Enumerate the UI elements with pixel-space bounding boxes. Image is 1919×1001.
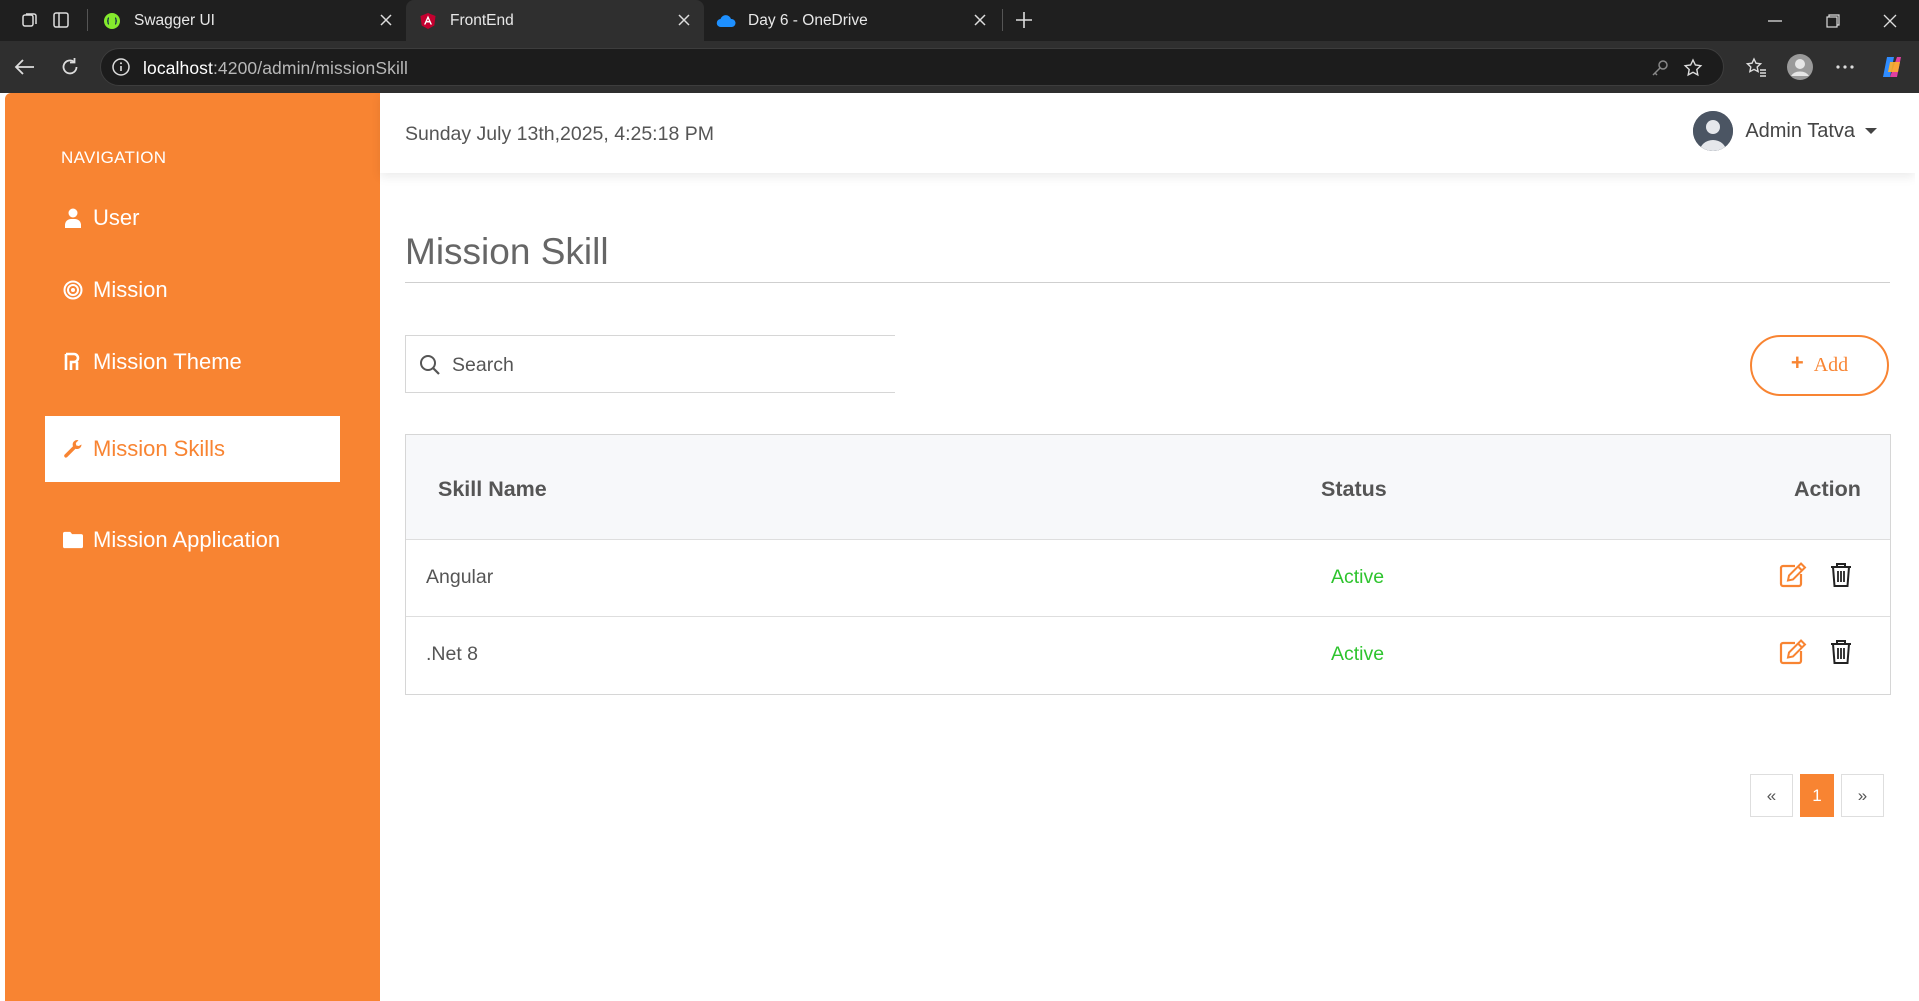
column-header-status: Status [1321, 477, 1387, 501]
onedrive-favicon-icon [716, 11, 736, 31]
avatar [1693, 111, 1734, 151]
edit-icon[interactable] [1778, 560, 1808, 590]
column-header-skill-name: Skill Name [438, 477, 547, 501]
pagination-prev-button[interactable]: « [1750, 774, 1793, 817]
page-title: Mission Skill [405, 231, 609, 272]
sidebar-item-mission[interactable]: Mission [45, 257, 340, 323]
table-row: .Net 8 Active [406, 616, 1890, 694]
password-key-icon[interactable] [1650, 58, 1670, 78]
close-tab-icon[interactable] [970, 10, 990, 30]
sidebar-item-label: User [93, 205, 140, 230]
close-tab-icon[interactable] [376, 10, 396, 30]
user-icon [63, 208, 83, 228]
url-host: localhost [143, 58, 213, 78]
main-content: Sunday July 13th,2025, 4:25:18 PM Admin … [380, 93, 1915, 1001]
swagger-favicon-icon [102, 11, 122, 31]
status-badge: Active [1331, 566, 1385, 588]
tab-separator [1002, 9, 1003, 31]
angular-favicon-icon [418, 11, 438, 31]
tab-swagger-ui[interactable]: Swagger UI [90, 0, 406, 41]
tab-title: Day 6 - OneDrive [748, 11, 868, 29]
close-window-icon[interactable] [1877, 8, 1903, 34]
restore-icon[interactable] [1820, 8, 1846, 34]
skill-name-cell: .Net 8 [426, 643, 479, 665]
sidebar-item-label: Mission [93, 277, 168, 302]
user-name: Admin Tatva [1745, 119, 1855, 142]
new-tab-icon[interactable] [1013, 9, 1035, 31]
tab-title: FrontEnd [450, 11, 514, 29]
tab-separator [87, 9, 88, 31]
url-path: :4200/admin/missionSkill [212, 58, 408, 78]
browser-tab-bar: Swagger UI FrontEnd Day 6 - OneDrive [0, 0, 1919, 41]
add-button-label: Add [1813, 354, 1849, 376]
close-tab-icon[interactable] [674, 10, 694, 30]
folder-icon [63, 530, 83, 550]
more-menu-icon[interactable] [1831, 53, 1859, 81]
column-header-action: Action [1794, 477, 1861, 501]
app-page: NAVIGATION User Mission Mission Theme Mi… [5, 93, 1915, 1001]
plus-icon: + [1790, 349, 1804, 375]
sidebar-item-mission-theme[interactable]: Mission Theme [45, 329, 340, 395]
site-info-icon[interactable] [111, 57, 131, 77]
top-header: Sunday July 13th,2025, 4:25:18 PM Admin … [380, 93, 1915, 173]
sidebar-item-mission-application[interactable]: Mission Application [45, 507, 340, 573]
minimize-icon[interactable] [1762, 8, 1788, 34]
chevron-down-icon [1865, 128, 1877, 134]
search-input[interactable] [450, 350, 884, 380]
back-arrow-icon[interactable] [10, 53, 38, 81]
sidebar-item-label: Mission Application [93, 527, 281, 552]
current-datetime: Sunday July 13th,2025, 4:25:18 PM [405, 123, 714, 145]
tab-frontend[interactable]: FrontEnd [406, 0, 704, 41]
sidebar: NAVIGATION User Mission Mission Theme Mi… [5, 93, 380, 1001]
sidebar-item-label: Mission Skills [93, 436, 226, 461]
target-icon [63, 280, 83, 300]
sidebar-item-label: Mission Theme [93, 349, 242, 374]
pagination-next-button[interactable]: » [1841, 774, 1884, 817]
tab-actions-icon[interactable] [50, 9, 72, 31]
url-text: localhost:4200/admin/missionSkill [143, 58, 408, 79]
delete-trash-icon[interactable] [1826, 560, 1856, 590]
browser-address-bar: localhost:4200/admin/missionSkill [0, 41, 1919, 93]
table-row: Angular Active [406, 539, 1890, 617]
search-icon [419, 354, 441, 376]
add-skill-button[interactable]: + Add [1750, 335, 1889, 396]
edit-icon[interactable] [1778, 637, 1808, 667]
tab-title: Swagger UI [134, 11, 215, 29]
sidebar-item-mission-skills[interactable]: Mission Skills [45, 416, 340, 482]
search-box [405, 335, 895, 393]
skills-table: Skill Name Status Action Angular Active … [405, 434, 1891, 695]
sidebar-heading: NAVIGATION [61, 148, 167, 167]
copilot-icon[interactable] [1878, 53, 1906, 81]
favorite-star-icon[interactable] [1683, 58, 1703, 78]
workspaces-icon[interactable] [19, 9, 41, 31]
profile-avatar-icon[interactable] [1786, 53, 1814, 81]
user-menu[interactable]: Admin Tatva [1693, 109, 1877, 153]
wrench-icon [63, 439, 83, 459]
refresh-icon[interactable] [56, 53, 84, 81]
pagination: « 1 » [380, 774, 1915, 817]
sidebar-item-user[interactable]: User [45, 185, 340, 251]
url-field[interactable]: localhost:4200/admin/missionSkill [100, 48, 1724, 86]
pagination-page-1[interactable]: 1 [1800, 774, 1834, 817]
tab-onedrive[interactable]: Day 6 - OneDrive [704, 0, 1000, 41]
status-badge: Active [1331, 643, 1385, 665]
skill-name-cell: Angular [426, 566, 494, 588]
theme-icon [63, 352, 83, 372]
favorites-icon[interactable] [1742, 53, 1770, 81]
delete-trash-icon[interactable] [1826, 637, 1856, 667]
table-header: Skill Name Status Action [406, 435, 1890, 539]
title-divider [405, 282, 1890, 283]
